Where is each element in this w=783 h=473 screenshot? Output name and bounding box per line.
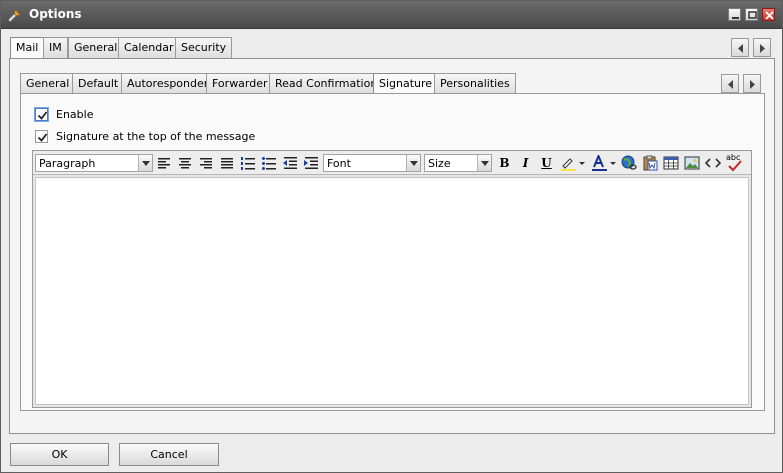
chevron-down-icon	[410, 161, 418, 166]
indent-icon	[304, 157, 318, 169]
chevron-down-icon	[142, 161, 150, 166]
format-dropdown-button[interactable]	[138, 155, 152, 171]
signature-top-label: Signature at the top of the message	[56, 130, 256, 143]
maximize-button[interactable]	[745, 8, 758, 21]
code-icon	[705, 158, 721, 168]
tab-calendar[interactable]: Calendar	[118, 37, 180, 59]
bullet-list-button[interactable]	[260, 154, 279, 172]
tab-autoresponder[interactable]: Autoresponder	[121, 73, 215, 95]
align-right-button[interactable]	[197, 154, 216, 172]
table-icon	[663, 156, 679, 170]
title-bar[interactable]: Options	[1, 1, 782, 29]
close-button[interactable]	[762, 8, 775, 21]
outdent-icon	[283, 157, 297, 169]
font-dropdown-button[interactable]	[406, 155, 420, 171]
align-right-icon	[200, 158, 212, 169]
enable-label: Enable	[56, 108, 94, 121]
format-select-value: Paragraph	[39, 157, 96, 170]
inner-tab-scroll-right[interactable]	[743, 74, 761, 93]
spellcheck-button[interactable]: abc	[725, 153, 744, 172]
minimize-button[interactable]	[728, 8, 741, 21]
signature-editor: Paragraph Font Size B I U abc	[32, 150, 752, 408]
align-center-icon	[179, 158, 191, 169]
highlighter-icon	[561, 158, 585, 171]
align-justify-button[interactable]	[218, 154, 237, 172]
align-left-icon	[158, 158, 170, 169]
text-color-icon	[592, 155, 616, 171]
font-select[interactable]: Font	[323, 154, 421, 172]
highlight-color-button[interactable]	[559, 154, 587, 172]
italic-button[interactable]: I	[516, 154, 535, 172]
tab-general[interactable]: General	[68, 37, 124, 59]
align-left-button[interactable]	[155, 154, 174, 172]
insert-image-button[interactable]	[683, 154, 702, 172]
indent-button[interactable]	[302, 154, 321, 172]
align-justify-icon	[221, 158, 233, 169]
underline-button[interactable]: U	[537, 154, 556, 172]
clipboard-icon	[643, 155, 658, 171]
insert-table-button[interactable]	[662, 154, 681, 172]
wrench-icon	[8, 9, 21, 22]
globe-link-icon	[621, 155, 637, 170]
paste-word-button[interactable]	[641, 154, 660, 172]
format-select[interactable]: Paragraph	[35, 154, 153, 172]
tab-personalities[interactable]: Personalities	[434, 73, 516, 95]
arrow-right-icon	[750, 80, 755, 89]
insert-link-button[interactable]	[620, 154, 639, 172]
options-dialog: Options Mail IM General Calendar Securit…	[0, 0, 783, 473]
tab-general-inner[interactable]: General	[20, 73, 76, 95]
spellcheck-icon	[728, 160, 742, 172]
outer-tab-scroll-left[interactable]	[731, 38, 749, 57]
minimize-icon	[732, 17, 739, 19]
editor-toolbar: Paragraph Font Size B I U abc	[33, 151, 751, 175]
chevron-down-icon	[481, 161, 489, 166]
signature-text-area[interactable]	[35, 177, 749, 405]
arrow-left-icon	[728, 80, 733, 89]
outer-tab-scroll-right[interactable]	[753, 38, 771, 57]
bullet-list-icon	[262, 157, 276, 170]
cancel-button[interactable]: Cancel	[119, 443, 219, 466]
enable-checkbox[interactable]	[35, 108, 48, 121]
size-select[interactable]: Size	[424, 154, 492, 172]
size-dropdown-button[interactable]	[477, 155, 491, 171]
checkmark-icon	[37, 133, 48, 142]
font-select-value: Font	[327, 157, 351, 170]
tab-read-confirmation[interactable]: Read Confirmation	[269, 73, 384, 95]
tab-default[interactable]: Default	[72, 73, 125, 95]
outdent-button[interactable]	[281, 154, 300, 172]
inner-tab-scroll-left[interactable]	[721, 74, 739, 93]
tab-forwarder[interactable]: Forwarder	[206, 73, 274, 95]
tab-security[interactable]: Security	[175, 37, 233, 59]
size-select-value: Size	[428, 157, 451, 170]
arrow-right-icon	[760, 44, 765, 53]
image-icon	[684, 156, 700, 170]
signature-top-checkbox[interactable]	[35, 130, 48, 143]
numbered-list-button[interactable]	[239, 154, 258, 172]
close-icon	[765, 11, 774, 20]
maximize-icon	[748, 11, 757, 19]
tab-im[interactable]: IM	[43, 37, 68, 59]
checkmark-icon	[37, 111, 48, 120]
align-center-button[interactable]	[176, 154, 195, 172]
text-color-button[interactable]	[590, 154, 618, 172]
ok-button[interactable]: OK	[10, 443, 109, 466]
arrow-left-icon	[738, 44, 743, 53]
source-code-button[interactable]	[704, 154, 723, 172]
numbered-list-icon	[241, 157, 255, 170]
window-title: Options	[29, 7, 82, 21]
bold-button[interactable]: B	[495, 154, 514, 172]
